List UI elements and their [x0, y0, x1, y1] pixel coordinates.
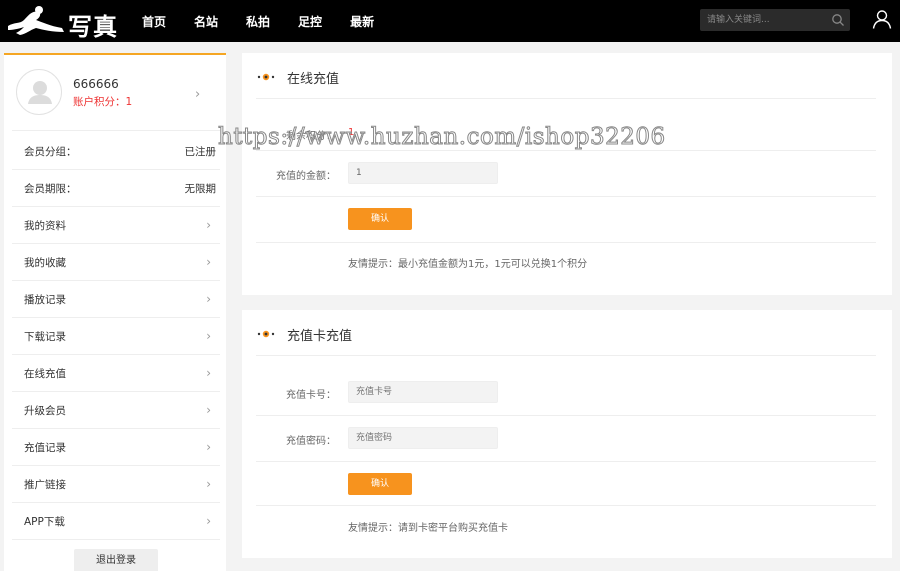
chevron-right-icon: › [206, 218, 211, 232]
top-navbar: 写真 首页 名站 私拍 足控 最新 [0, 0, 900, 42]
sidebar-item-download-history[interactable]: 下载记录 › [12, 318, 220, 355]
sidebar-item-label: 下载记录 [24, 330, 66, 343]
nav-home[interactable]: 首页 [142, 13, 166, 30]
account-points: 账户积分：1 [73, 96, 133, 108]
nav-private[interactable]: 私拍 [246, 13, 270, 30]
main-nav: 首页 名站 私拍 足控 最新 [142, 0, 402, 42]
member-group-label: 会员分组： [24, 145, 77, 158]
chevron-right-icon: › [206, 403, 211, 417]
card-recharge-panel: 充值卡充值 充值卡号： 充值密码： 确认 友情提示：请到卡密平台购买充值卡 [242, 310, 892, 558]
user-icon[interactable] [872, 9, 892, 29]
avatar-placeholder-icon [28, 81, 52, 104]
user-sidebar: 666666 账户积分：1 › 会员分组： 已注册 会员期限： 无限期 我的资料… [4, 53, 226, 571]
panel-title: 充值卡充值 [287, 329, 353, 344]
chevron-right-icon: › [206, 255, 211, 269]
amount-input[interactable] [348, 162, 498, 184]
sidebar-item-recharge-history[interactable]: 充值记录 › [12, 429, 220, 466]
search-box [700, 9, 850, 31]
sidebar-item-app-download[interactable]: APP下载 › [12, 503, 220, 540]
sidebar-item-label: 播放记录 [24, 293, 66, 306]
chevron-right-icon: › [206, 292, 211, 306]
nav-foot[interactable]: 足控 [298, 13, 322, 30]
search-input[interactable] [700, 9, 828, 31]
card-password-input[interactable] [348, 427, 498, 449]
chevron-right-icon: › [206, 514, 211, 528]
sidebar-item-label: 我的收藏 [24, 256, 66, 269]
member-expiry-label: 会员期限： [24, 182, 77, 195]
member-expiry-value: 无限期 [184, 182, 217, 195]
nav-famous-sites[interactable]: 名站 [194, 13, 218, 30]
logo-figure-icon [8, 6, 64, 35]
card-confirm-row: 确认 [256, 462, 876, 506]
member-group-value: 已注册 [184, 145, 217, 158]
sidebar-item-referral-link[interactable]: 推广链接 › [12, 466, 220, 503]
chevron-right-icon: › [206, 440, 211, 454]
site-logo[interactable]: 写真 [6, 4, 134, 41]
sidebar-item-label: APP下载 [24, 515, 65, 528]
watermark-text: https://www.huzhan.com/ishop32206 [218, 124, 666, 151]
card-number-row: 充值卡号： [256, 370, 876, 416]
card-password-row: 充值密码： [256, 416, 876, 462]
sidebar-item-label: 推广链接 [24, 478, 66, 491]
sidebar-item-play-history[interactable]: 播放记录 › [12, 281, 220, 318]
eye-title-icon [257, 73, 275, 81]
member-expiry-row: 会员期限： 无限期 [12, 170, 220, 207]
logout-button[interactable]: 退出登录 [74, 549, 158, 571]
sidebar-item-profile[interactable]: 我的资料 › [12, 207, 220, 244]
card-password-label: 充值密码： [286, 436, 336, 447]
sidebar-item-label: 我的资料 [24, 219, 66, 232]
card-tip: 友情提示：请到卡密平台购买充值卡 [348, 523, 508, 534]
sidebar-item-label: 升级会员 [24, 404, 66, 417]
profile-card[interactable]: 666666 账户积分：1 › [12, 65, 220, 131]
online-recharge-panel: 在线充值 剩余积分： 1 充值的金额： 确认 友情提示：最小充值金额为1元，1元… [242, 53, 892, 295]
sidebar-item-upgrade[interactable]: 升级会员 › [12, 392, 220, 429]
eye-title-icon [257, 330, 275, 338]
recharge-tip: 友情提示：最小充值金额为1元，1元可以兑换1个积分 [348, 259, 588, 270]
amount-row: 充值的金额： [256, 151, 876, 197]
chevron-right-icon: › [195, 87, 201, 102]
logo-text: 写真 [68, 12, 118, 41]
card-number-input[interactable] [348, 381, 498, 403]
sidebar-item-label: 在线充值 [24, 367, 66, 380]
amount-label: 充值的金额： [276, 171, 336, 182]
chevron-right-icon: › [206, 329, 211, 343]
sidebar-item-favorites[interactable]: 我的收藏 › [12, 244, 220, 281]
chevron-right-icon: › [206, 366, 211, 380]
member-group-row: 会员分组： 已注册 [12, 133, 220, 170]
search-icon[interactable] [831, 13, 845, 27]
avatar [16, 69, 62, 115]
sidebar-item-online-recharge[interactable]: 在线充值 › [12, 355, 220, 392]
nav-latest[interactable]: 最新 [350, 13, 374, 30]
confirm-card-button[interactable]: 确认 [348, 473, 412, 495]
panel-header: 在线充值 [256, 53, 876, 99]
chevron-right-icon: › [206, 477, 211, 491]
card-number-label: 充值卡号： [286, 390, 336, 401]
confirm-recharge-button[interactable]: 确认 [348, 208, 412, 230]
panel-header: 充值卡充值 [256, 310, 876, 356]
sidebar-item-label: 充值记录 [24, 441, 66, 454]
panel-title: 在线充值 [287, 72, 340, 87]
confirm-row: 确认 [256, 197, 876, 243]
username: 666666 [73, 77, 119, 91]
